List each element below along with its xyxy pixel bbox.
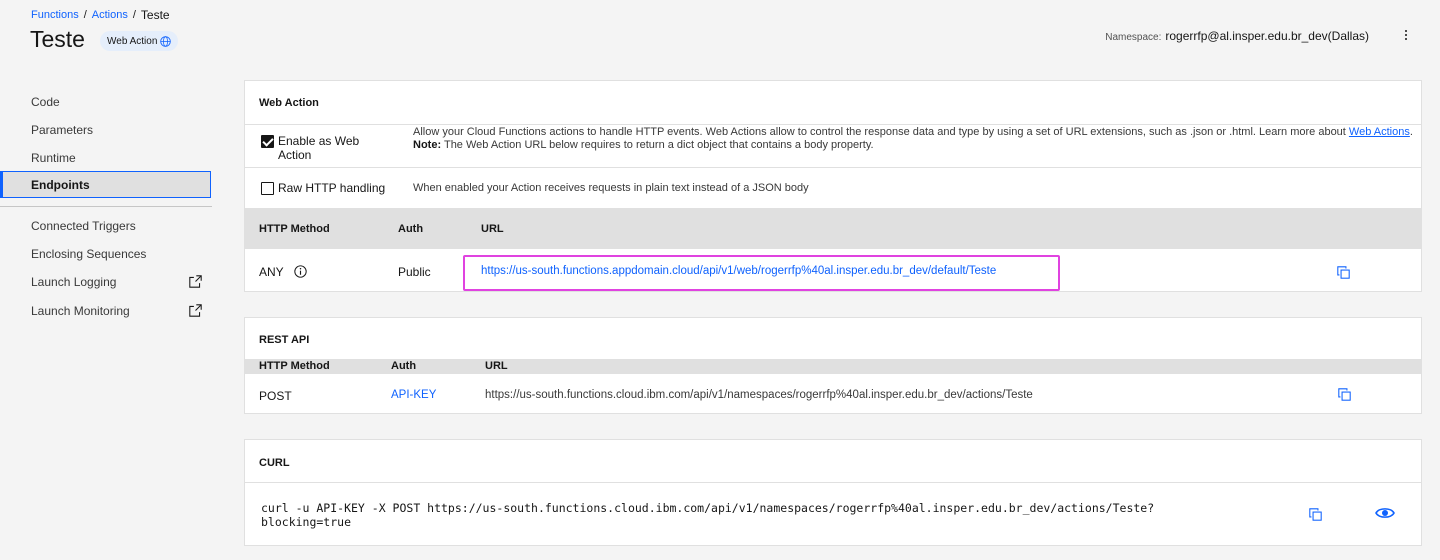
divider (245, 124, 1421, 125)
enable-web-action-checkbox[interactable]: Enable as Web Action (261, 134, 381, 162)
table-header: HTTP Method Auth URL (245, 208, 1421, 249)
web-action-title: Web Action (259, 97, 319, 109)
enable-desc-suffix: . (1409, 126, 1413, 138)
overflow-menu-icon[interactable] (1400, 25, 1412, 45)
breadcrumb-separator: / (83, 9, 87, 21)
breadcrumb: Functions / Actions / Teste (31, 8, 170, 22)
web-actions-link[interactable]: Web Actions (1349, 126, 1410, 138)
row-method: POST (259, 389, 292, 403)
api-key-link[interactable]: API-KEY (391, 389, 436, 401)
curl-line: blocking=true (261, 515, 352, 529)
info-icon[interactable] (294, 265, 307, 278)
nav-item-label: Launch Monitoring (31, 304, 130, 318)
nav-divider (0, 206, 212, 207)
table-header: HTTP Method Auth URL (245, 359, 1421, 374)
header-http-method: HTTP Method (259, 223, 330, 235)
breadcrumb-actions[interactable]: Actions (92, 9, 128, 21)
nav-item-runtime[interactable]: Runtime (0, 144, 212, 172)
nav-item-parameters[interactable]: Parameters (0, 116, 212, 144)
header-http-method: HTTP Method (259, 360, 330, 372)
launch-icon (189, 304, 202, 317)
namespace-display: Namespace: rogerrfp@al.insper.edu.br_dev… (1105, 29, 1369, 43)
header-url: URL (481, 223, 504, 235)
breadcrumb-current: Teste (140, 8, 170, 22)
row-auth: Public (398, 265, 431, 279)
nav-item-launch-logging[interactable]: Launch Logging (0, 268, 212, 296)
curl-card: CURL curl -u API-KEY -X POST https://us-… (244, 439, 1422, 546)
rest-api-title: REST API (259, 334, 310, 346)
enable-web-action-label: Enable as Web Action (278, 134, 360, 162)
eye-icon[interactable] (1375, 506, 1395, 520)
page-title: Teste (30, 26, 85, 52)
enable-desc-text: Allow your Cloud Functions actions to ha… (413, 126, 1346, 138)
nav-item-label: Launch Logging (31, 275, 117, 289)
divider (245, 167, 1421, 168)
enable-description: Allow your Cloud Functions actions to ha… (413, 126, 1413, 152)
nav-item-launch-monitoring[interactable]: Launch Monitoring (0, 297, 212, 325)
tag-label: Web Action (107, 35, 158, 47)
divider (245, 482, 1421, 483)
rest-api-card: REST API HTTP Method Auth URL POST API-K… (244, 317, 1422, 414)
web-action-card: Web Action Enable as Web Action Allow yo… (244, 80, 1422, 292)
copy-icon[interactable] (1337, 266, 1350, 279)
checkbox-box[interactable] (261, 181, 274, 195)
launch-icon (189, 275, 202, 288)
nav-item-endpoints[interactable]: Endpoints (0, 171, 211, 198)
rest-api-url: https://us-south.functions.cloud.ibm.com… (485, 389, 1033, 401)
web-action-url[interactable]: https://us-south.functions.appdomain.clo… (481, 265, 996, 277)
header-url: URL (485, 360, 508, 372)
table-row: ANY Public https://us-south.functions.ap… (245, 249, 1421, 292)
note-label: Note: (413, 139, 442, 151)
globe-icon (160, 35, 172, 47)
row-method: ANY (259, 265, 284, 279)
nav-item-enclosing-sequences[interactable]: Enclosing Sequences (0, 240, 212, 268)
nav-item-code[interactable]: Code (0, 88, 212, 116)
header-auth: Auth (391, 360, 417, 372)
namespace-value: rogerrfp@al.insper.edu.br_dev(Dallas) (1165, 29, 1369, 43)
curl-title: CURL (259, 457, 290, 469)
curl-line: curl -u API-KEY -X POST https://us-south… (261, 501, 1155, 515)
breadcrumb-functions[interactable]: Functions (31, 9, 79, 21)
copy-icon[interactable] (1338, 388, 1351, 401)
checkmark-icon[interactable] (261, 135, 274, 148)
breadcrumb-separator: / (132, 9, 136, 21)
raw-http-label: Raw HTTP handling (278, 181, 386, 195)
curl-command: curl -u API-KEY -X POST https://us-south… (261, 501, 1154, 529)
copy-icon[interactable] (1309, 508, 1322, 521)
table-row: POST API-KEY https://us-south.functions.… (245, 376, 1421, 414)
header-auth: Auth (398, 223, 424, 235)
web-action-tag: Web Action (100, 31, 179, 51)
raw-http-description: When enabled your Action receives reques… (413, 182, 809, 194)
namespace-label: Namespace: (1105, 32, 1162, 43)
raw-http-checkbox[interactable]: Raw HTTP handling (261, 181, 385, 195)
nav-item-connected-triggers[interactable]: Connected Triggers (0, 212, 212, 240)
note-text: The Web Action URL below requires to ret… (443, 139, 874, 151)
